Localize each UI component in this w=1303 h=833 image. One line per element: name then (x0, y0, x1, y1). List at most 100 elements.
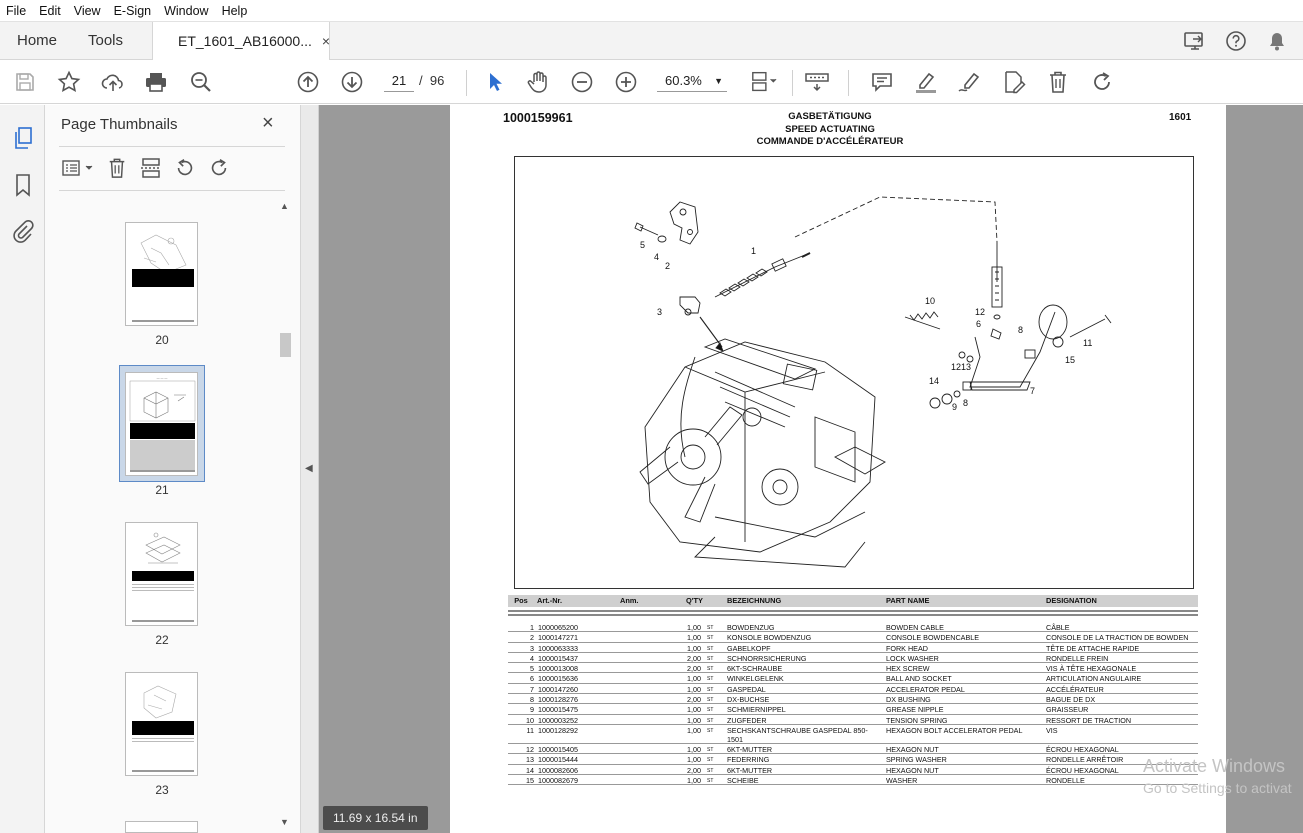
row-article-number: 1000013008 (538, 664, 578, 674)
row-pos: 14 (526, 765, 534, 775)
section-code: 1601 (1169, 112, 1192, 123)
page-size-label: 11.69 x 16.54 in (323, 806, 428, 830)
row-designation: VIS (1046, 725, 1058, 735)
row-bezeichnung: KONSOLE BOWDENZUG (727, 633, 812, 643)
row-part-name: HEXAGON NUT (886, 744, 939, 754)
page-number-input[interactable]: 21 (384, 70, 414, 92)
edit-document-icon[interactable] (1000, 68, 1028, 96)
thumbnail-label: 21 (155, 483, 169, 497)
header-anm: Anm. (620, 596, 639, 605)
close-tab-icon[interactable]: × (322, 33, 330, 49)
header-pos: Pos (514, 596, 528, 605)
highlight-pen-icon[interactable] (912, 68, 940, 96)
delete-trash-icon[interactable] (1044, 68, 1072, 96)
document-viewer[interactable]: 1000159961 GASBETÄTIGUNG SPEED ACTUATING… (319, 105, 1303, 833)
table-row: 14 1000082606 2,00 ST 6KT-MUTTER HEXAGON NUT É… (508, 765, 1198, 775)
thumbnail-page-21[interactable]: — — — 21 (125, 372, 199, 497)
activation-watermark: Activate Windows (1143, 756, 1286, 776)
thumbnail-page-24-partial[interactable] (125, 821, 199, 833)
page-thumbnails-icon[interactable] (10, 125, 36, 151)
exploded-parts-diagram: 1 2 3 4 5 6 7 8 8 9 10 11 12 12 13 14 15 (514, 156, 1194, 589)
collapse-panel-icon[interactable]: ◀ (305, 463, 313, 474)
thumbnail-options-icon[interactable] (59, 154, 97, 182)
row-quantity: 2,00 (687, 695, 701, 705)
zoom-level-select[interactable]: 60.3% ▼ (657, 70, 727, 92)
thumbnail-label: 20 (155, 333, 169, 347)
save-icon[interactable] (11, 68, 39, 96)
zoom-search-icon[interactable] (187, 68, 215, 96)
svg-text:2: 2 (665, 261, 670, 271)
attachments-paperclip-icon[interactable] (10, 218, 36, 244)
help-icon[interactable] (1221, 27, 1251, 55)
main-toolbar: 21 / 96 60.3% ▼ (0, 60, 1303, 104)
row-designation: RONDELLE FREIN (1046, 653, 1109, 663)
tab-tools[interactable]: Tools (88, 22, 123, 59)
svg-text:12: 12 (975, 307, 985, 317)
menu-window[interactable]: Window (164, 4, 208, 18)
row-pos: 15 (526, 775, 534, 785)
tab-home[interactable]: Home (17, 22, 57, 59)
notifications-bell-icon[interactable] (1262, 27, 1292, 55)
menu-file[interactable]: File (6, 4, 26, 18)
panel-splitter[interactable]: ◀ (301, 105, 319, 833)
previous-page-icon[interactable] (294, 68, 322, 96)
select-cursor-icon[interactable] (480, 68, 508, 96)
row-bezeichnung: DX-BUCHSE (727, 695, 770, 705)
close-panel-icon[interactable]: × (262, 112, 274, 135)
menu-edit[interactable]: Edit (39, 4, 61, 18)
thumbnail-image (125, 522, 198, 626)
row-bezeichnung: SCHEIBE (727, 775, 759, 785)
scrollbar-thumb[interactable] (280, 333, 291, 357)
hand-tool-icon[interactable] (524, 68, 552, 96)
table-row: 11 1000128292 1,00 ST SECHSKANTSCHRAUBE GASP… (508, 725, 1198, 744)
scroll-down-icon[interactable]: ▼ (280, 817, 289, 827)
svg-text:11: 11 (1083, 338, 1092, 348)
rotate-counterclockwise-icon[interactable] (171, 154, 199, 182)
zoom-in-icon[interactable] (612, 68, 640, 96)
row-bezeichnung: 6KT-SCHRAUBE (727, 664, 783, 674)
sign-pen-icon[interactable] (956, 68, 984, 96)
row-quantity: 1,00 (687, 744, 701, 754)
print-icon[interactable] (142, 68, 170, 96)
rotate-clockwise-icon[interactable] (1088, 68, 1116, 96)
rotate-clockwise-icon[interactable] (205, 154, 233, 182)
svg-text:4: 4 (654, 252, 659, 262)
row-quantity: 1,00 (687, 684, 701, 694)
header-divider (508, 610, 1198, 612)
row-unit: ST (707, 777, 714, 784)
row-part-name: TENSION SPRING (886, 715, 948, 725)
row-article-number: 1000015636 (538, 674, 578, 684)
comment-icon[interactable] (868, 68, 896, 96)
row-pos: 4 (530, 653, 534, 663)
table-row: 10 1000003252 1,00 ST ZUGFEDER TENSION SPRING… (508, 715, 1198, 725)
thumbnail-label: 23 (155, 783, 169, 797)
menu-view[interactable]: View (74, 4, 101, 18)
panel-divider (59, 146, 285, 147)
next-page-icon[interactable] (338, 68, 366, 96)
thumbnail-insert-icon[interactable] (137, 154, 165, 182)
tab-document[interactable]: ET_1601_AB16000... × (152, 22, 330, 60)
row-part-name: HEXAGON NUT (886, 765, 939, 775)
upload-cloud-icon[interactable] (99, 68, 127, 96)
keyboard-tools-icon[interactable] (803, 68, 831, 96)
thumbnail-page-20[interactable]: 20 (125, 222, 199, 347)
bookmarks-icon[interactable] (10, 172, 36, 198)
row-quantity: 2,00 (687, 765, 701, 775)
table-row: 7 1000147260 1,00 ST GASPEDAL ACCELERATOR PED… (508, 684, 1198, 695)
menu-esign[interactable]: E-Sign (114, 4, 152, 18)
thumbnail-scrollbar[interactable]: ▲ ▼ (279, 197, 291, 833)
thumbnail-page-23[interactable]: 23 (125, 672, 199, 797)
scroll-up-icon[interactable]: ▲ (280, 201, 289, 211)
row-part-name: CONSOLE BOWDENCABLE (886, 633, 980, 643)
row-bezeichnung: 6KT-MUTTER (727, 744, 773, 754)
chevron-down-icon: ▼ (714, 76, 723, 86)
row-part-name: LOCK WASHER (886, 653, 939, 663)
menu-help[interactable]: Help (222, 4, 248, 18)
thumbnail-page-22[interactable]: 22 (125, 522, 199, 647)
bookmark-star-icon[interactable] (55, 68, 83, 96)
zoom-out-icon[interactable] (568, 68, 596, 96)
row-article-number: 1000015405 (538, 744, 578, 754)
share-screen-icon[interactable] (1180, 27, 1210, 55)
page-display-icon[interactable] (750, 68, 778, 96)
thumbnail-delete-icon[interactable] (103, 154, 131, 182)
